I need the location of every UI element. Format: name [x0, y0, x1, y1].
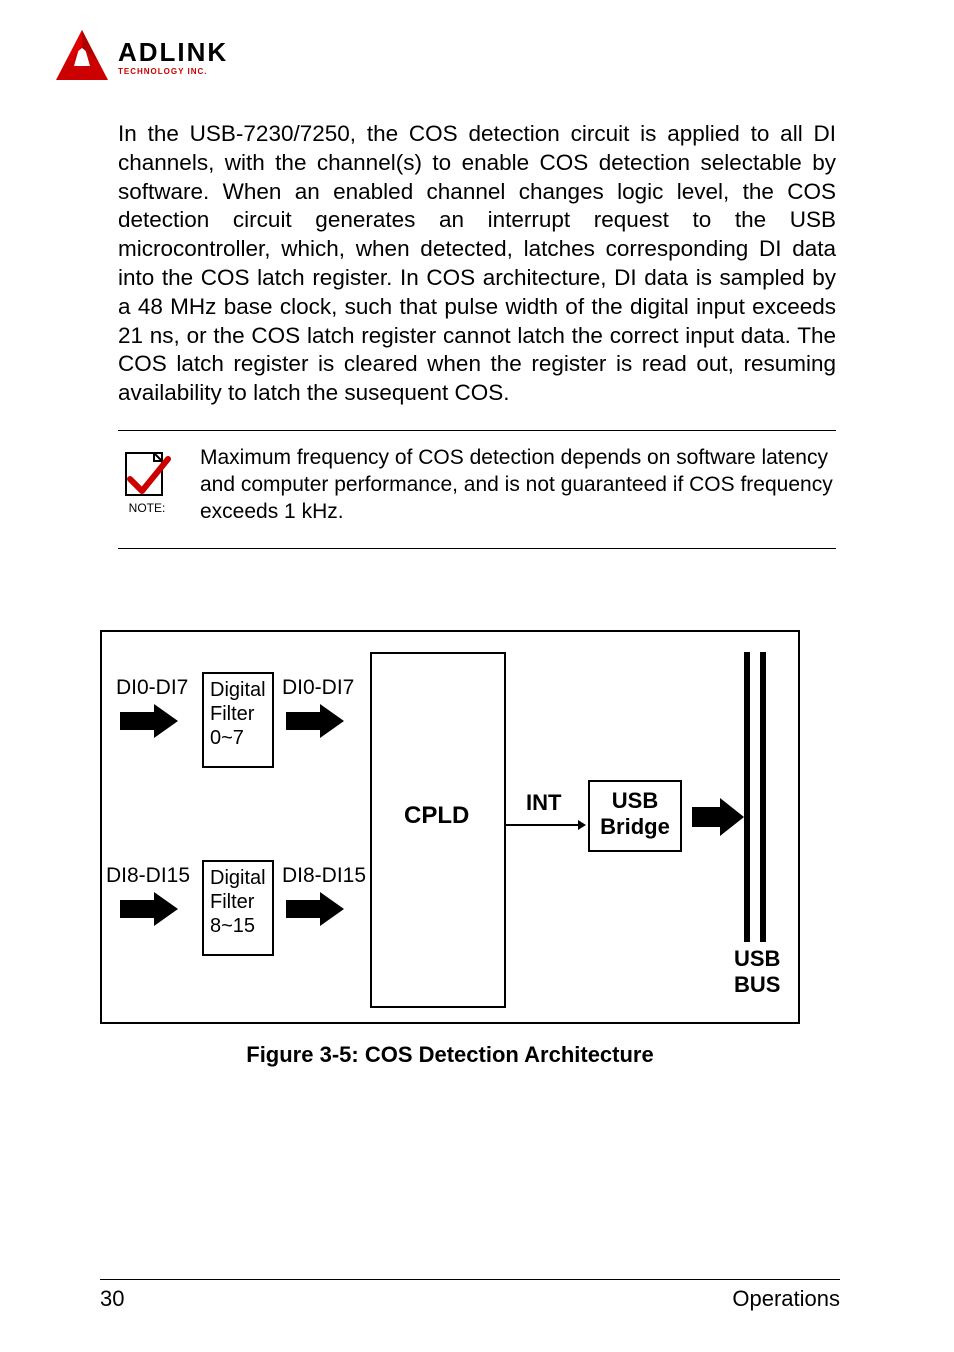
arrow-icon: [120, 892, 180, 931]
filter815-line3: 8~15: [210, 914, 266, 938]
arrow-icon: [286, 704, 346, 743]
usb-bus-line2: BUS: [734, 972, 780, 998]
arrow-icon: [120, 704, 180, 743]
company-logo: ADLINK TECHNOLOGY INC.: [52, 28, 228, 86]
usb-bridge-line2: Bridge: [590, 814, 680, 840]
logo-text-main: ADLINK: [118, 39, 228, 65]
box-digital-filter-8-15: Digital Filter 8~15: [202, 860, 274, 956]
label-cpld: CPLD: [404, 802, 469, 830]
arrow-int-icon: [506, 818, 586, 837]
box-usb-bridge: USB Bridge: [588, 780, 682, 852]
label-usb-bus: USB BUS: [734, 946, 780, 999]
usb-bridge-line1: USB: [590, 788, 680, 814]
usb-bus-line1: USB: [734, 946, 780, 972]
filter07-line1: Digital: [210, 678, 266, 702]
box-cpld: [370, 652, 506, 1008]
label-di0-di7-out: DI0-DI7: [282, 676, 354, 700]
note-checkmark-icon: [122, 445, 172, 499]
logo-text-sub: TECHNOLOGY INC.: [118, 67, 228, 76]
logo-mark-icon: [52, 28, 112, 86]
body-paragraph: In the USB-7230/7250, the COS detection …: [118, 120, 836, 408]
arrow-icon: [286, 892, 346, 931]
section-name: Operations: [732, 1286, 840, 1312]
note-label: NOTE:: [118, 501, 176, 515]
figure-caption: Figure 3-5: COS Detection Architecture: [100, 1042, 800, 1068]
filter07-line3: 0~7: [210, 726, 266, 750]
filter815-line2: Filter: [210, 890, 266, 914]
label-int: INT: [526, 790, 561, 816]
filter815-line1: Digital: [210, 866, 266, 890]
label-di8-di15-out: DI8-DI15: [282, 864, 366, 888]
box-digital-filter-0-7: Digital Filter 0~7: [202, 672, 274, 768]
note-text: Maximum frequency of COS detection depen…: [200, 445, 836, 526]
note-block: NOTE: Maximum frequency of COS detection…: [118, 430, 836, 549]
page-footer: 30 Operations: [100, 1286, 840, 1312]
label-di0-di7-in: DI0-DI7: [116, 676, 188, 700]
filter07-line2: Filter: [210, 702, 266, 726]
label-di8-di15-in: DI8-DI15: [106, 864, 190, 888]
footer-rule: [100, 1279, 840, 1280]
arrow-icon: [692, 798, 746, 841]
page-number: 30: [100, 1286, 124, 1312]
note-icon-column: NOTE:: [118, 445, 176, 515]
usb-bus-bars-icon: [744, 652, 770, 942]
diagram-cos-architecture: DI0-DI7 Digital Filter 0~7 DI0-DI7 DI8-D…: [100, 630, 800, 1024]
